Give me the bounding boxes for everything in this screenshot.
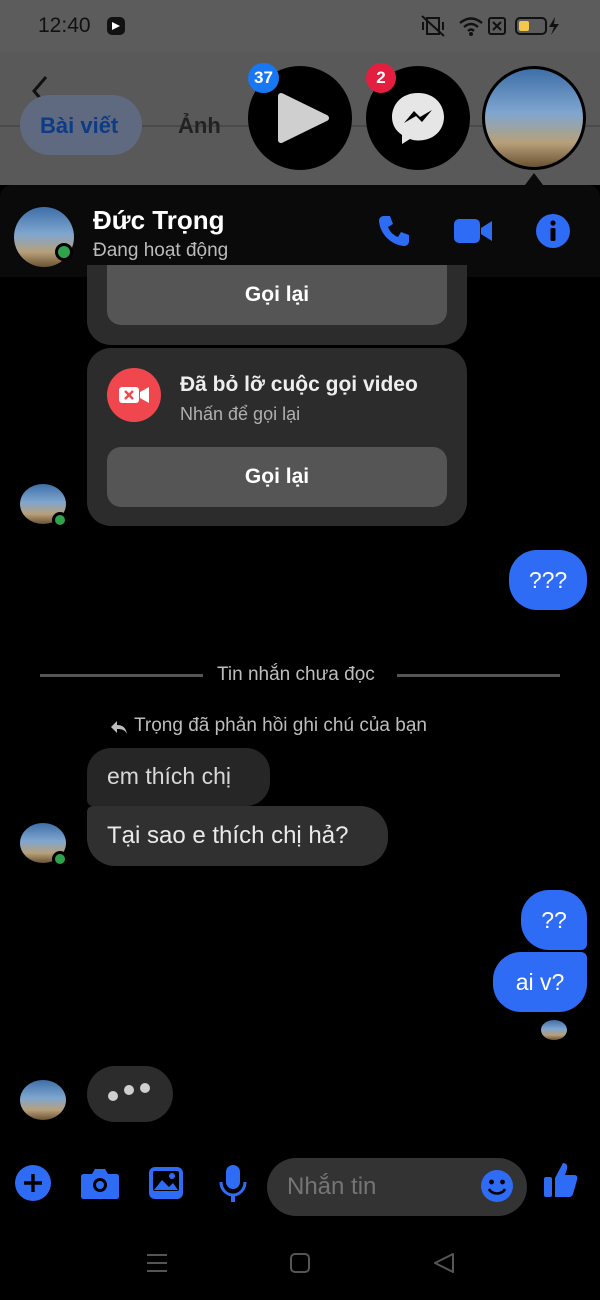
online-indicator-2 bbox=[52, 851, 68, 867]
no-sim-icon bbox=[488, 17, 506, 35]
online-indicator-1 bbox=[52, 512, 68, 528]
divider-right bbox=[397, 674, 560, 677]
phone-icon[interactable] bbox=[376, 213, 412, 249]
typing-dots-icon bbox=[108, 1083, 150, 1101]
call-back-button-1[interactable]: Gọi lại bbox=[107, 265, 447, 325]
reply-icon bbox=[111, 721, 127, 734]
back-nav-icon[interactable] bbox=[432, 1251, 456, 1275]
missed-video-call-icon bbox=[107, 368, 161, 422]
home-icon[interactable] bbox=[289, 1252, 311, 1274]
call-back-button-2[interactable]: Gọi lại bbox=[107, 447, 447, 507]
outgoing-message-3[interactable]: ai v? bbox=[493, 952, 587, 1012]
video-call-icon[interactable] bbox=[452, 215, 494, 247]
missed-video-call-subtitle: Nhấn để gọi lại bbox=[180, 404, 301, 424]
chat-panel: Đức Trọng Đang hoạt động Gọi lại Đã bỏ l… bbox=[0, 185, 600, 1225]
background-tab-posts: Bài viết bbox=[20, 95, 142, 155]
like-icon[interactable] bbox=[543, 1160, 579, 1200]
incoming-message-2[interactable]: Tại sao e thích chị hả? bbox=[87, 806, 388, 866]
chat-head-pointer bbox=[525, 173, 543, 185]
sender-avatar-3 bbox=[20, 1080, 66, 1120]
online-indicator bbox=[55, 243, 73, 261]
chat-header: Đức Trọng Đang hoạt động bbox=[0, 185, 600, 277]
divider-left bbox=[40, 674, 203, 677]
info-icon[interactable] bbox=[535, 213, 571, 249]
typing-indicator bbox=[87, 1066, 173, 1122]
unread-divider-label: Tin nhắn chưa đọc bbox=[217, 664, 375, 685]
app-notification-icon bbox=[107, 17, 125, 35]
background-tab-photos: Ảnh bbox=[178, 113, 221, 138]
outgoing-message-1[interactable]: ??? bbox=[509, 550, 587, 610]
video-badge: 37 bbox=[248, 63, 279, 93]
vibrate-icon bbox=[421, 15, 445, 37]
add-icon[interactable] bbox=[14, 1164, 52, 1202]
messenger-badge: 2 bbox=[366, 63, 396, 93]
contact-chat-head-avatar[interactable] bbox=[482, 66, 586, 170]
missed-call-card-1: Gọi lại bbox=[87, 265, 467, 345]
seen-avatar bbox=[541, 1020, 567, 1040]
battery-icon bbox=[515, 17, 559, 35]
status-time: 12:40 bbox=[38, 14, 91, 37]
system-nav-bar bbox=[0, 1225, 600, 1300]
status-bar: 12:40 bbox=[0, 0, 600, 52]
camera-icon[interactable] bbox=[80, 1166, 120, 1200]
incoming-message-1[interactable]: em thích chị bbox=[87, 748, 270, 806]
outgoing-message-2[interactable]: ?? bbox=[521, 890, 587, 950]
contact-status: Đang hoạt động bbox=[93, 240, 229, 261]
background-tab-posts-label: Bài viết bbox=[40, 113, 119, 138]
contact-name[interactable]: Đức Trọng bbox=[93, 205, 225, 236]
missed-video-call-title: Đã bỏ lỡ cuộc gọi video bbox=[180, 373, 418, 396]
reply-note-label: Trọng đã phản hồi ghi chú của bạn bbox=[134, 715, 427, 736]
gallery-icon[interactable] bbox=[148, 1166, 184, 1200]
missed-video-call-card[interactable]: Đã bỏ lỡ cuộc gọi video Nhấn để gọi lại … bbox=[87, 348, 467, 526]
wifi-icon bbox=[459, 17, 483, 36]
emoji-icon[interactable] bbox=[480, 1169, 514, 1203]
recents-menu-icon[interactable] bbox=[145, 1253, 169, 1273]
microphone-icon[interactable] bbox=[219, 1164, 247, 1204]
